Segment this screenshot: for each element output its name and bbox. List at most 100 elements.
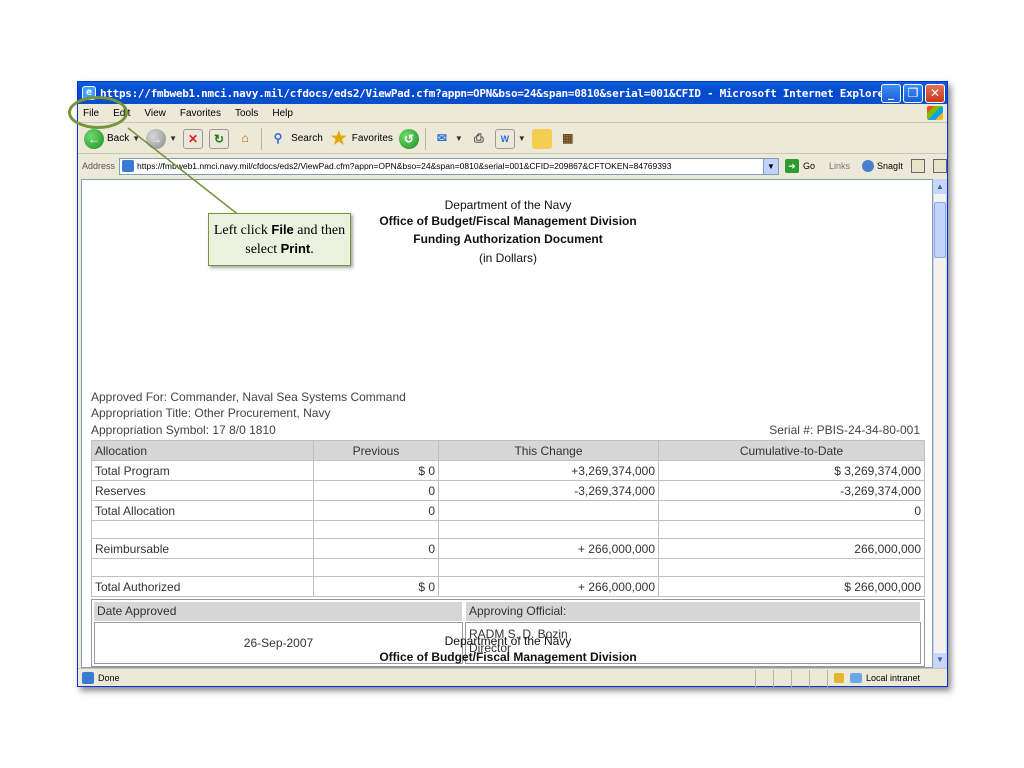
table-cell: $ 0 (313, 460, 439, 481)
refresh-button[interactable]: ↻ (209, 128, 230, 149)
table-cell: Reserves (91, 480, 314, 501)
callout-text-e: . (310, 242, 314, 257)
window-title: https://fmbweb1.nmci.navy.mil/cfdocs/eds… (100, 86, 881, 100)
address-input[interactable]: https://fmbweb1.nmci.navy.mil/cfdocs/eds… (119, 157, 779, 175)
file-menu-highlight (68, 96, 128, 129)
table-cell (658, 520, 925, 539)
scroll-down-icon[interactable]: ▼ (934, 653, 946, 667)
table-cell (658, 558, 925, 577)
maximize-button[interactable]: ❐ (903, 83, 923, 103)
go-arrow-icon[interactable]: ➜ (784, 159, 799, 173)
address-url: https://fmbweb1.nmci.navy.mil/cfdocs/eds… (137, 161, 672, 171)
scroll-up-icon[interactable]: ▲ (934, 180, 946, 194)
table-cell (313, 558, 439, 577)
security-zone: Local intranet (827, 669, 947, 687)
menu-view[interactable]: View (144, 108, 166, 119)
search-icon: ⚲ (273, 130, 283, 145)
mail-icon: ✉ (436, 130, 447, 145)
col-header: Cumulative-to-Date (658, 440, 925, 461)
table-cell: -3,269,374,000 (658, 480, 925, 501)
chevron-down-icon[interactable]: ▼ (762, 158, 778, 174)
zone-label: Local intranet (866, 673, 921, 683)
favorites-button[interactable]: ★ Favorites (329, 129, 393, 149)
table-cell: $ 266,000,000 (658, 576, 925, 597)
table-cell: Total Authorized (91, 576, 314, 597)
table-row (91, 558, 925, 577)
table-cell (438, 500, 659, 521)
stop-icon: ✕ (183, 128, 204, 149)
col-header: This Change (438, 440, 659, 461)
snagit-button[interactable]: SnagIt (861, 160, 903, 172)
doc-heading-office-2: Office of Budget/Fiscal Management Divis… (379, 650, 637, 664)
back-arrow-icon: ← (84, 128, 104, 149)
forward-arrow-icon: → (146, 128, 167, 149)
approved-for: Approved For: Commander, Naval Sea Syste… (91, 390, 406, 404)
menu-help[interactable]: Help (272, 108, 293, 119)
edit-button[interactable]: W ▼ (494, 128, 526, 149)
snagit-icon (861, 160, 874, 172)
search-button[interactable]: ⚲ Search (268, 129, 323, 149)
serial-number: Serial #: PBIS-24-34-80-001 (769, 423, 920, 437)
table-cell: +3,269,374,000 (438, 460, 659, 481)
status-text: Done (98, 673, 120, 683)
chevron-down-icon[interactable]: ▼ (169, 134, 177, 143)
table-cell: 0 (313, 500, 439, 521)
status-bar: Done Local intranet (78, 668, 947, 687)
appropriation-symbol: Appropriation Symbol: 17 8/0 1810 (91, 423, 276, 437)
stop-button[interactable]: ✕ (183, 128, 204, 149)
home-button[interactable]: ⌂ (235, 129, 255, 149)
research-icon: ▦ (562, 130, 574, 145)
table-cell: 266,000,000 (658, 538, 925, 559)
doc-heading-navy-2: Department of the Navy (444, 634, 572, 648)
col-header: Allocation (91, 440, 314, 461)
table-row: Total Authorized $ 0 + 266,000,000 $ 266… (91, 576, 925, 597)
table-row (91, 520, 925, 539)
search-label: Search (291, 133, 323, 144)
menu-tools[interactable]: Tools (235, 108, 258, 119)
favorites-label: Favorites (351, 133, 393, 144)
table-row: Reserves 0 -3,269,374,000 -3,269,374,000 (91, 480, 925, 501)
callout-text-b: File (271, 222, 294, 237)
back-label: Back (107, 133, 130, 144)
snagit-capture-icon[interactable] (911, 159, 926, 173)
back-button[interactable]: ← Back ▼ (84, 128, 140, 149)
menu-favorites[interactable]: Favorites (180, 108, 221, 119)
page-icon (122, 160, 135, 172)
snagit-options-icon[interactable] (933, 159, 948, 173)
table-cell: + 266,000,000 (438, 576, 659, 597)
links-button[interactable]: Links (829, 161, 850, 171)
toolbar: ← Back ▼ → ▼ ✕ ↻ ⌂ ⚲ Search ★ Favorites … (78, 124, 947, 154)
menu-bar: File Edit View Favorites Tools Help (78, 104, 947, 123)
toolbar-divider (424, 127, 426, 150)
funding-table: Allocation Previous This Change Cumulati… (91, 440, 925, 597)
doc-heading-navy: Department of the Navy (444, 198, 572, 212)
title-bar[interactable]: e https://fmbweb1.nmci.navy.mil/cfdocs/e… (78, 82, 947, 104)
status-pane (773, 669, 791, 687)
chevron-down-icon[interactable]: ▼ (455, 134, 463, 143)
table-row: Reimbursable 0 + 266,000,000 266,000,000 (91, 538, 925, 559)
home-icon: ⌂ (241, 130, 249, 145)
callout-text-a: Left click (213, 223, 272, 238)
col-header: Previous (313, 440, 439, 461)
forward-button[interactable]: → ▼ (146, 128, 177, 149)
callout-text-d: Print (280, 241, 311, 256)
close-button[interactable]: ✕ (925, 83, 945, 103)
mail-button[interactable]: ✉ ▼ (432, 129, 463, 149)
chevron-down-icon[interactable]: ▼ (132, 134, 140, 143)
folder-button[interactable] (531, 128, 552, 149)
status-pane (809, 669, 827, 687)
history-button[interactable]: ↺ (398, 128, 419, 149)
scroll-thumb[interactable] (934, 202, 946, 258)
intranet-icon (850, 673, 862, 683)
minimize-button[interactable]: _ (881, 83, 901, 103)
print-button[interactable]: ⎙ (469, 129, 489, 149)
table-cell: $ 0 (313, 576, 439, 597)
table-cell: Total Allocation (91, 500, 314, 521)
research-button[interactable]: ▦ (558, 129, 578, 149)
chevron-down-icon[interactable]: ▼ (518, 134, 526, 143)
approving-official-header: Approving Official: (466, 602, 920, 621)
vertical-scrollbar[interactable]: ▲ ▼ (933, 179, 947, 668)
table-cell (91, 520, 314, 539)
address-bar: Address https://fmbweb1.nmci.navy.mil/cf… (78, 155, 948, 177)
go-button[interactable]: Go (803, 161, 815, 171)
